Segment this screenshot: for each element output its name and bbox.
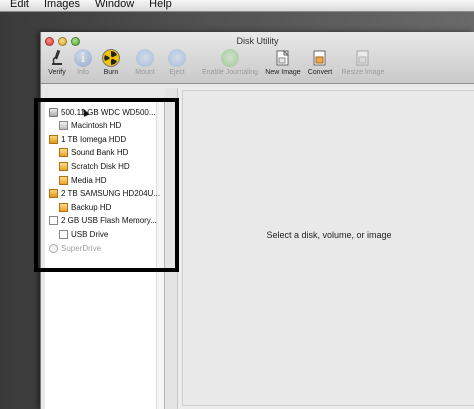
resize-image-label: Resize Image <box>341 69 385 76</box>
convert-icon <box>311 49 329 67</box>
burn-icon <box>102 49 120 67</box>
enable-journaling-label: Enable Journaling <box>201 69 259 76</box>
menu-edit[interactable]: Edit <box>10 0 29 11</box>
resize-image-icon <box>354 49 372 67</box>
enable-journaling-button[interactable]: Enable Journaling <box>196 49 264 76</box>
menu-window[interactable]: Window <box>95 0 134 11</box>
info-icon: i <box>74 49 92 67</box>
title-bar: Disk Utility Verify i Info Burn Mount Ej… <box>41 32 474 84</box>
resize-image-button[interactable]: Resize Image <box>337 49 389 76</box>
new-image-icon <box>274 49 292 67</box>
detail-pane-inner: Select a disk, volume, or image <box>182 90 474 406</box>
detail-pane: Select a disk, volume, or image <box>177 88 474 409</box>
menu-bar: Edit Images Window Help <box>0 0 474 12</box>
eject-button[interactable]: Eject <box>157 49 197 76</box>
convert-label: Convert <box>307 69 333 76</box>
eject-icon <box>168 49 186 67</box>
journal-icon <box>221 49 239 67</box>
annotation-highlight-box <box>34 98 179 272</box>
mount-icon <box>136 49 154 67</box>
toolbar: Verify i Info Burn Mount Eject Enable Jo… <box>41 49 474 85</box>
menu-images[interactable]: Images <box>44 0 80 11</box>
new-image-button[interactable]: New Image <box>261 49 305 76</box>
convert-button[interactable]: Convert <box>300 49 340 76</box>
menu-help[interactable]: Help <box>149 0 172 11</box>
empty-state-message: Select a disk, volume, or image <box>266 230 392 240</box>
window-title: Disk Utility <box>236 36 279 46</box>
eject-label: Eject <box>169 69 185 76</box>
new-image-label: New Image <box>265 69 301 76</box>
